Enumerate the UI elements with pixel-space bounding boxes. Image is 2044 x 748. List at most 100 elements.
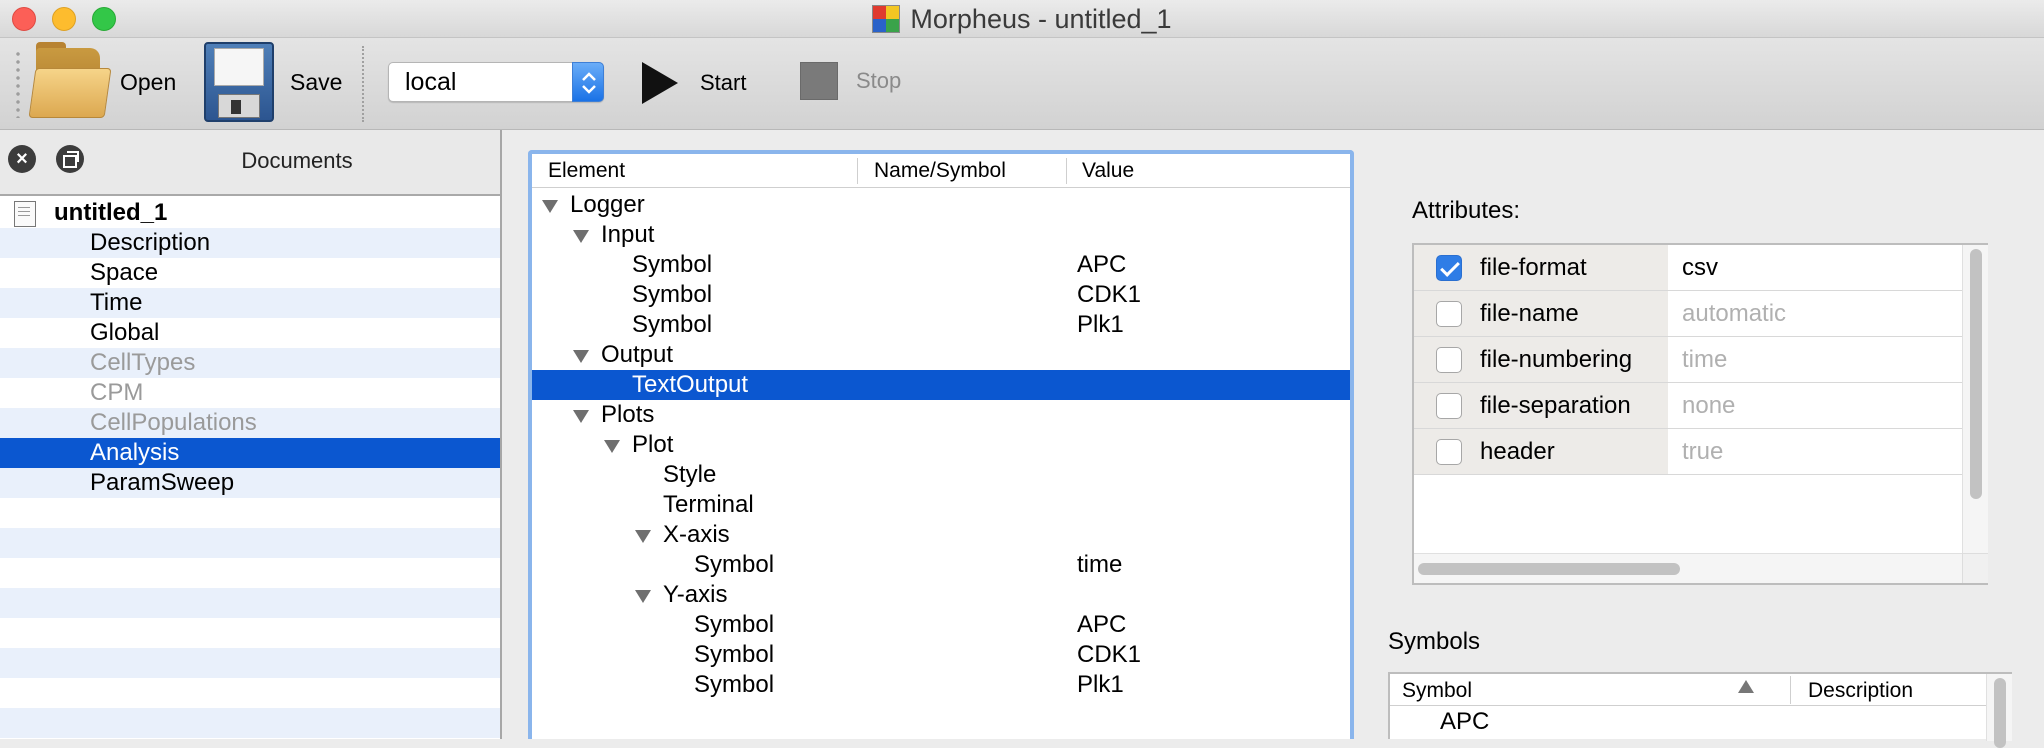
symbols-title: Symbols — [1388, 628, 1481, 655]
morpheus-app-icon — [872, 5, 901, 33]
expand-triangle-icon[interactable] — [635, 590, 651, 603]
documents-item-label: Description — [90, 229, 211, 256]
attribute-checkbox[interactable] — [1436, 300, 1462, 327]
scrollbar-thumb[interactable] — [1994, 678, 2006, 748]
stop-button-label: Stop — [856, 68, 902, 93]
column-header-description[interactable]: Description — [1808, 679, 1913, 703]
scrollbar-thumb[interactable] — [1970, 249, 1982, 499]
documents-item-description[interactable]: Description — [0, 228, 500, 258]
expand-triangle-icon[interactable] — [604, 440, 620, 453]
attribute-row-file-format[interactable]: file-format csv — [1414, 245, 1962, 291]
window-title-area: Morpheus - untitled_1 — [0, 0, 2044, 38]
tree-row-symbol[interactable]: Symbol CDK1 — [532, 280, 1350, 310]
tree-row-symbol[interactable]: Symbol Plk1 — [532, 670, 1350, 700]
tree-row-output[interactable]: Output — [532, 340, 1350, 370]
tree-element-label: Plots — [601, 401, 655, 428]
column-header-element[interactable]: Element — [548, 159, 625, 183]
tree-row-symbol[interactable]: Symbol CDK1 — [532, 640, 1350, 670]
tree-row-plot[interactable]: Plot — [532, 430, 1350, 460]
start-button[interactable]: Start — [642, 62, 746, 104]
column-header-value[interactable]: Value — [1082, 159, 1134, 183]
expand-triangle-icon[interactable] — [542, 200, 558, 213]
scrollbar-thumb[interactable] — [1418, 563, 1680, 575]
tree-row-logger[interactable]: Logger — [532, 190, 1350, 220]
tree-row-input[interactable]: Input — [532, 220, 1350, 250]
documents-item-label: CPM — [90, 379, 144, 406]
tree-row-style[interactable]: Style — [532, 460, 1350, 490]
open-button-label: Open — [120, 68, 177, 95]
tree-row-y-axis[interactable]: Y-axis — [532, 580, 1350, 610]
stop-button[interactable]: Stop — [800, 62, 901, 100]
host-select[interactable]: local — [388, 62, 604, 102]
tree-element-label: Symbol — [632, 251, 713, 278]
documents-item-cpm[interactable]: CPM — [0, 378, 500, 408]
tree-element-label: Output — [601, 341, 674, 368]
tree-row-terminal[interactable]: Terminal — [532, 490, 1350, 520]
title-bar: Morpheus - untitled_1 — [0, 0, 2044, 38]
documents-item-space[interactable]: Space — [0, 258, 500, 288]
documents-item-celltypes[interactable]: CellTypes — [0, 348, 500, 378]
attributes-horizontal-scrollbar[interactable] — [1414, 553, 1962, 583]
attribute-value[interactable]: none — [1682, 383, 1735, 428]
attribute-value[interactable]: true — [1682, 429, 1723, 474]
documents-item-label: CellTypes — [90, 349, 196, 376]
scroll-corner — [1962, 553, 1988, 583]
stop-icon — [800, 62, 838, 100]
tree-row-symbol[interactable]: Symbol Plk1 — [532, 310, 1350, 340]
tree-row-symbol[interactable]: Symbol APC — [532, 250, 1350, 280]
attribute-row-file-separation[interactable]: file-separation none — [1414, 383, 1962, 429]
attribute-value[interactable]: automatic — [1682, 291, 1786, 336]
model-tree-body: Logger Input Symbol APC Symbol CDK1 Symbol Plk1… — [532, 190, 1350, 700]
attributes-vertical-scrollbar[interactable] — [1962, 245, 1988, 553]
model-tree-header: Element Name/Symbol Value — [532, 154, 1350, 188]
tree-row-textoutput[interactable]: TextOutput — [532, 370, 1350, 400]
column-header-symbol[interactable]: Symbol — [1402, 679, 1472, 703]
toolbar-grip-handle[interactable] — [14, 50, 22, 118]
column-divider[interactable] — [857, 158, 858, 184]
documents-item-paramsweep[interactable]: ParamSweep — [0, 468, 500, 498]
attribute-row-file-numbering[interactable]: file-numbering time — [1414, 337, 1962, 383]
attributes-table[interactable]: file-format csv file-name automatic file-num… — [1412, 243, 1988, 585]
attribute-value[interactable]: time — [1682, 337, 1727, 382]
documents-item-label: CellPopulations — [90, 409, 257, 436]
attribute-row-header[interactable]: header true — [1414, 429, 1962, 475]
tree-element-value: time — [1077, 551, 1123, 578]
documents-item-time[interactable]: Time — [0, 288, 500, 318]
attribute-checkbox[interactable] — [1436, 254, 1462, 281]
attribute-value[interactable]: csv — [1682, 245, 1718, 290]
expand-triangle-icon[interactable] — [573, 350, 589, 363]
documents-dock-header: × Documents — [0, 130, 500, 196]
save-button[interactable]: Save — [204, 42, 342, 122]
documents-root-label: untitled_1 — [54, 199, 168, 226]
expand-triangle-icon[interactable] — [573, 230, 589, 243]
expand-triangle-icon[interactable] — [573, 410, 589, 423]
documents-item-analysis[interactable]: Analysis — [0, 438, 500, 468]
model-tree-view[interactable]: Element Name/Symbol Value Logger Input Sym… — [528, 150, 1354, 739]
column-divider[interactable] — [1790, 676, 1791, 704]
attribute-checkbox[interactable] — [1436, 346, 1462, 373]
symbols-row[interactable]: APC — [1390, 707, 1986, 737]
column-header-name[interactable]: Name/Symbol — [874, 159, 1006, 183]
documents-item-label: ParamSweep — [90, 469, 235, 496]
tree-element-value: APC — [1077, 251, 1127, 278]
documents-item-cellpopulations[interactable]: CellPopulations — [0, 408, 500, 438]
documents-item-global[interactable]: Global — [0, 318, 500, 348]
expand-triangle-icon[interactable] — [635, 530, 651, 543]
attribute-checkbox[interactable] — [1436, 392, 1462, 419]
tree-element-value: CDK1 — [1077, 641, 1142, 668]
open-button[interactable]: Open — [28, 42, 177, 122]
attribute-checkbox[interactable] — [1436, 438, 1462, 465]
tree-row-symbol[interactable]: Symbol time — [532, 550, 1350, 580]
symbols-vertical-scrollbar[interactable] — [1986, 674, 2012, 748]
tree-row-symbol[interactable]: Symbol APC — [532, 610, 1350, 640]
tree-row-plots[interactable]: Plots — [532, 400, 1350, 430]
documents-tree[interactable]: untitled_1 Description Space Time Global Cel… — [0, 198, 500, 739]
column-divider[interactable] — [1066, 158, 1067, 184]
documents-root-item[interactable]: untitled_1 — [0, 198, 500, 228]
toolbar: Open Save local Start Stop — [0, 38, 2044, 130]
documents-dock-title: Documents — [241, 148, 353, 173]
symbols-table[interactable]: Symbol Description APC — [1388, 672, 2012, 748]
tree-row-x-axis[interactable]: X-axis — [532, 520, 1350, 550]
attribute-row-file-name[interactable]: file-name automatic — [1414, 291, 1962, 337]
attribute-name: file-name — [1480, 299, 1579, 327]
